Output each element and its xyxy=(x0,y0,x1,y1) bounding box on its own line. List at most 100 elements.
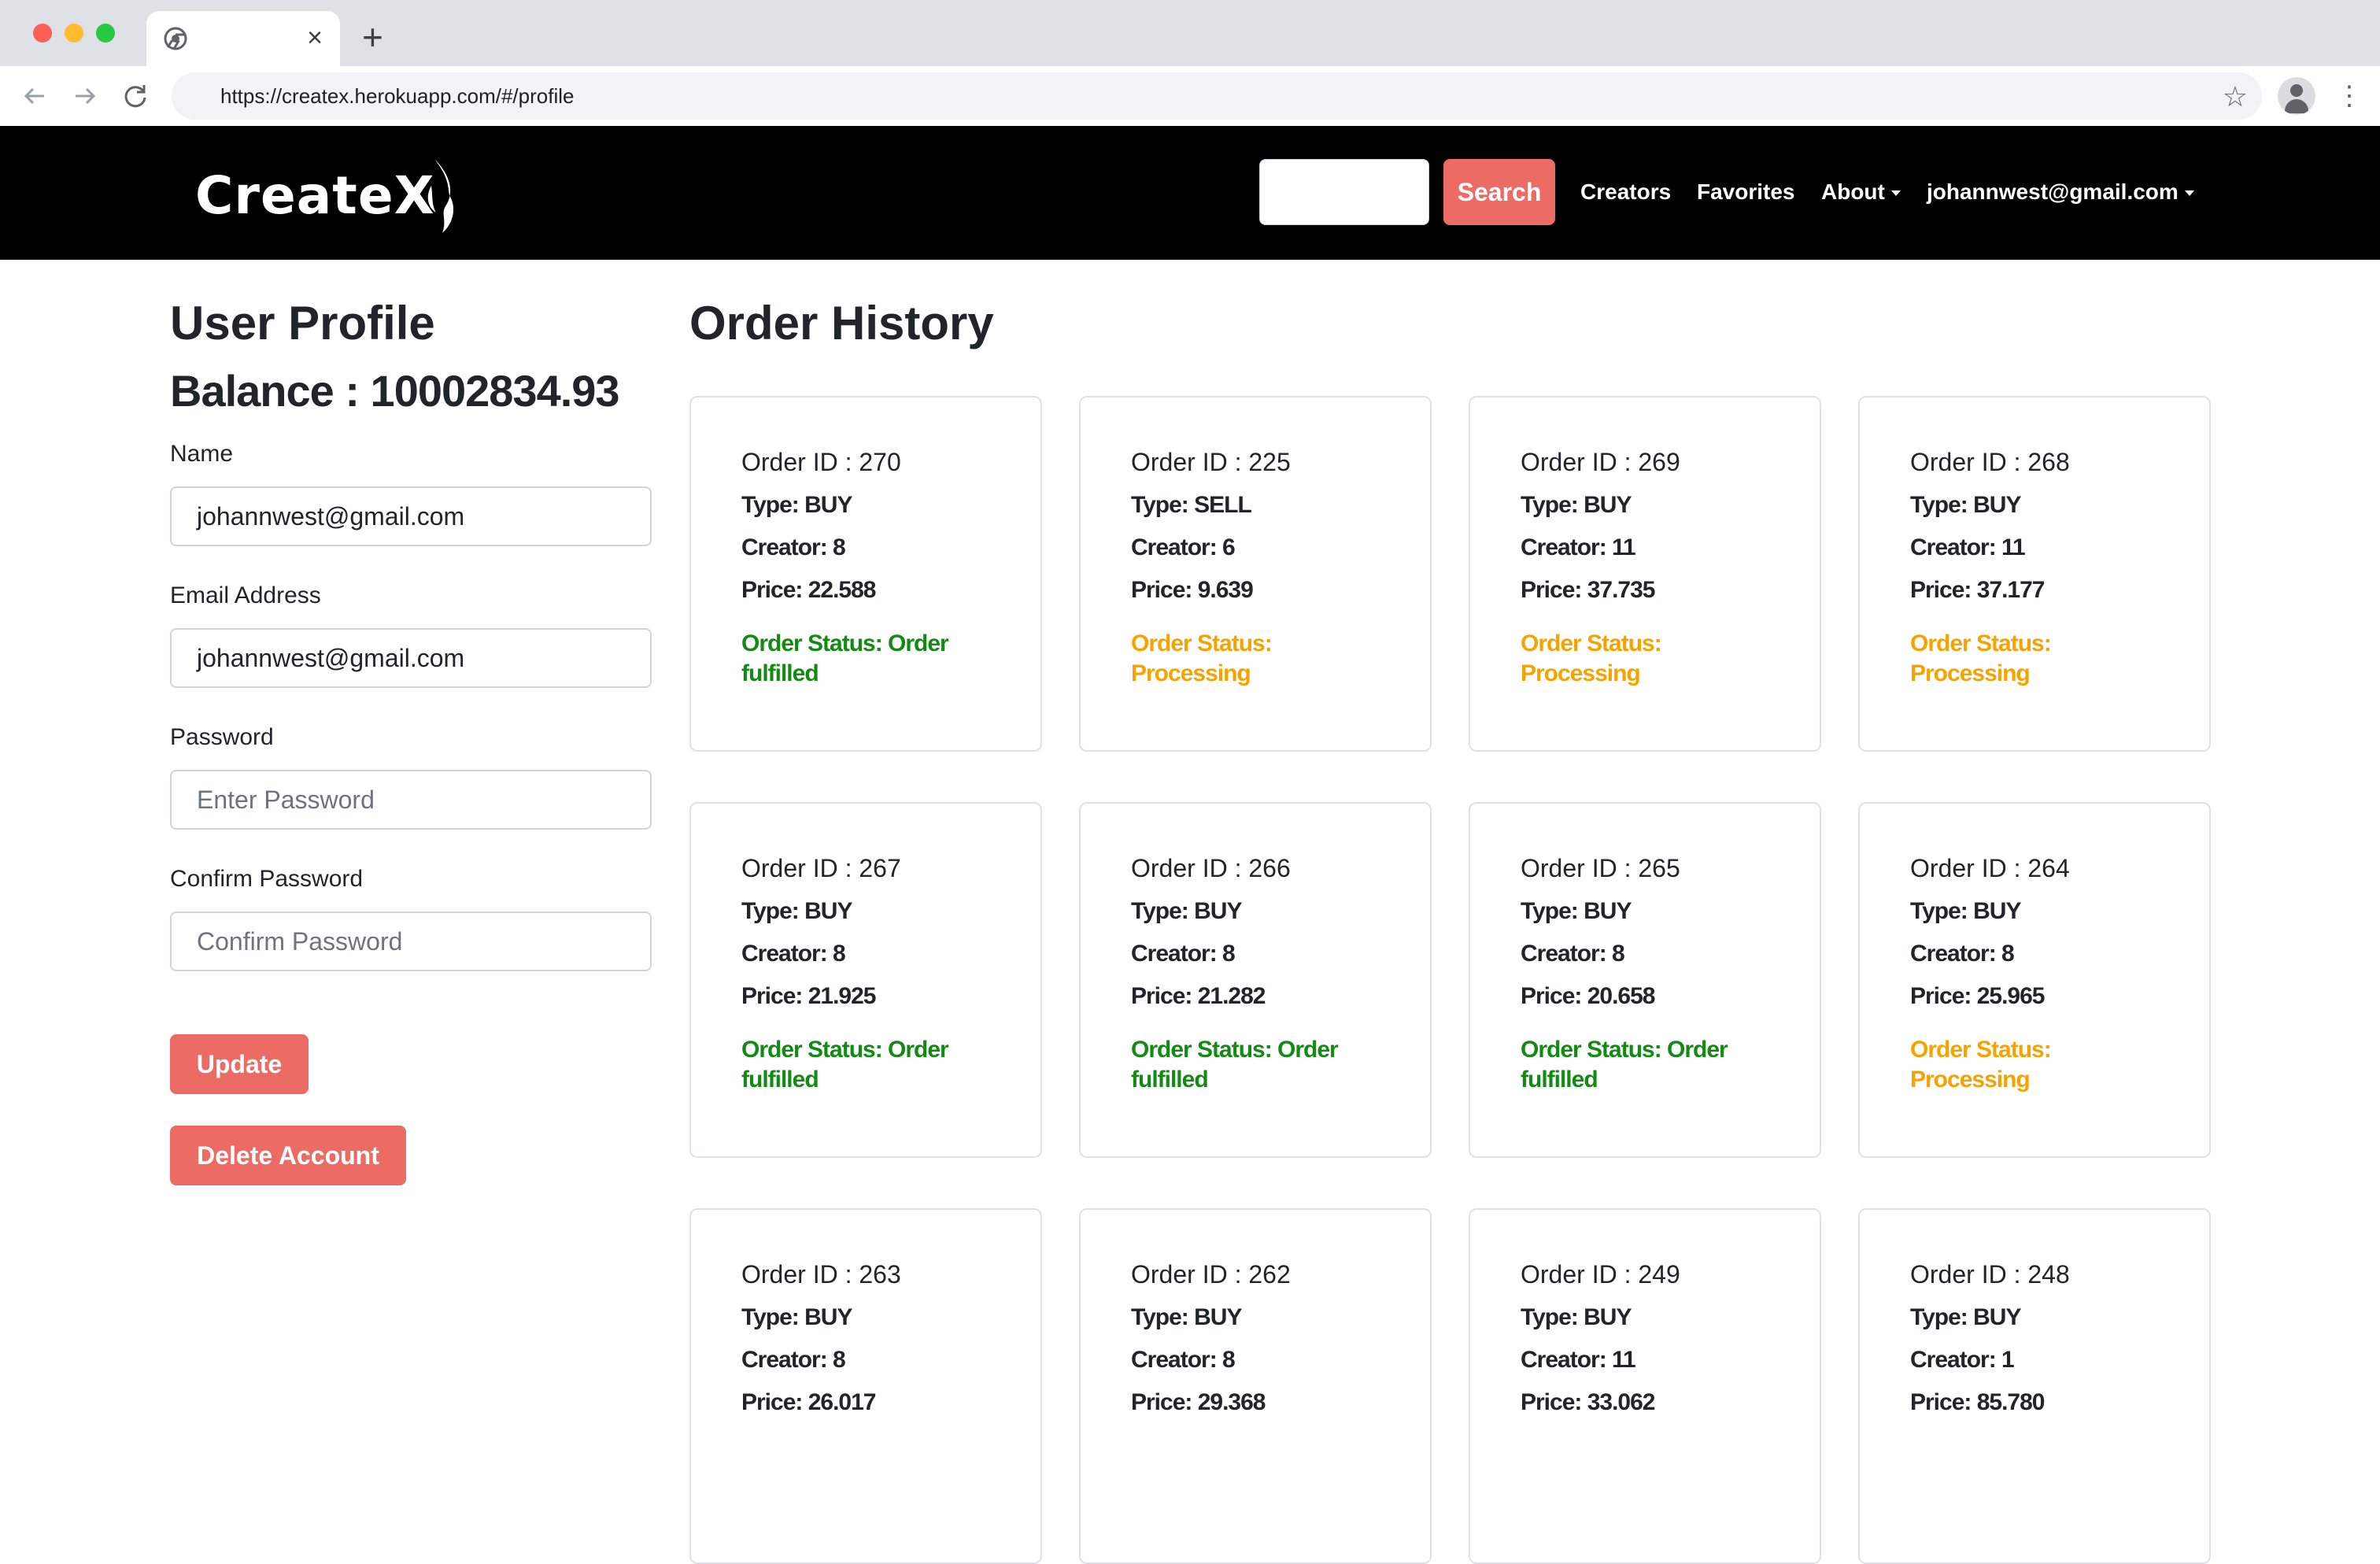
order-type: Type: BUY xyxy=(1521,898,1632,924)
order-card: Order ID : 249 Type: BUY Creator: 11 Price:… xyxy=(1469,1208,1821,1564)
email-label: Email Address xyxy=(170,582,321,608)
url-text: https://createx.herokuapp.com/#/profile xyxy=(220,84,575,108)
order-type: Type: BUY xyxy=(1910,1304,2021,1330)
order-status: Order Status: Order fulfilled xyxy=(741,630,949,686)
new-tab-icon[interactable]: + xyxy=(362,17,383,57)
order-price: Price: 37.177 xyxy=(1910,577,2045,603)
profile-title: User Profile xyxy=(170,297,435,349)
reload-icon[interactable] xyxy=(120,80,151,112)
browser-toolbar: https://createx.herokuapp.com/#/profile … xyxy=(0,66,2380,127)
order-status: Order Status: Order fulfilled xyxy=(1131,1037,1339,1093)
order-id: Order ID : 262 xyxy=(1131,1260,1291,1289)
profile-icon[interactable] xyxy=(2278,77,2315,115)
order-id: Order ID : 267 xyxy=(741,854,901,882)
order-type: Type: BUY xyxy=(1521,492,1632,518)
order-price: Price: 33.062 xyxy=(1521,1389,1655,1415)
forward-arrow-icon[interactable] xyxy=(69,80,101,112)
order-card: Order ID : 225 Type: SELL Creator: 6 Price:… xyxy=(1079,396,1432,752)
order-creator: Creator: 8 xyxy=(1131,1347,1236,1373)
order-id: Order ID : 266 xyxy=(1131,854,1291,882)
name-field[interactable]: johannwest@gmail.com xyxy=(170,486,652,546)
order-price: Price: 21.925 xyxy=(741,983,876,1009)
order-creator: Creator: 8 xyxy=(1131,941,1236,967)
order-card: Order ID : 268 Type: BUY Creator: 11 Price:… xyxy=(1858,396,2211,752)
order-history-title: Order History xyxy=(689,297,994,349)
app-navbar: CreateX Search Creators Favorites About … xyxy=(0,126,2380,260)
order-card: Order ID : 270 Type: BUY Creator: 8 Price: … xyxy=(689,396,1042,752)
order-price: Price: 26.017 xyxy=(741,1389,876,1415)
order-price: Price: 85.780 xyxy=(1910,1389,2045,1415)
order-creator: Creator: 11 xyxy=(1521,534,1636,560)
order-creator: Creator: 1 xyxy=(1910,1347,2015,1373)
order-creator: Creator: 8 xyxy=(741,1347,846,1373)
order-type: Type: BUY xyxy=(1910,492,2021,518)
order-creator: Creator: 8 xyxy=(741,534,846,560)
logo-text: CreateX xyxy=(195,165,435,226)
order-type: Type: BUY xyxy=(741,492,852,518)
order-status: Order Status: Order fulfilled xyxy=(1521,1037,1728,1093)
order-price: Price: 22.588 xyxy=(741,577,876,603)
order-price: Price: 25.965 xyxy=(1910,983,2045,1009)
nav-account[interactable]: johannwest@gmail.com xyxy=(1927,170,2194,214)
order-id: Order ID : 248 xyxy=(1910,1260,2070,1289)
confirm-password-label: Confirm Password xyxy=(170,866,364,892)
tab-close-icon[interactable]: × xyxy=(307,22,323,54)
order-price: Price: 21.282 xyxy=(1131,983,1266,1009)
search-input[interactable] xyxy=(1259,159,1429,225)
update-button[interactable]: Update xyxy=(170,1034,309,1094)
address-bar[interactable]: https://createx.herokuapp.com/#/profile … xyxy=(172,72,2262,120)
order-creator: Creator: 8 xyxy=(1910,941,2015,967)
nav-about-label: About xyxy=(1821,179,1885,204)
back-arrow-icon[interactable] xyxy=(19,80,50,112)
order-id: Order ID : 225 xyxy=(1131,448,1291,476)
order-id: Order ID : 265 xyxy=(1521,854,1680,882)
delete-account-button[interactable]: Delete Account xyxy=(170,1126,406,1185)
createx-logo[interactable]: CreateX xyxy=(195,153,454,239)
order-creator: Creator: 11 xyxy=(1910,534,2026,560)
order-type: Type: BUY xyxy=(1910,898,2021,924)
nav-creators[interactable]: Creators xyxy=(1580,170,1671,214)
browser-tab-bar: × + xyxy=(0,0,2380,66)
order-price: Price: 37.735 xyxy=(1521,577,1655,603)
order-type: Type: BUY xyxy=(741,898,852,924)
nav-account-label: johannwest@gmail.com xyxy=(1927,179,2179,204)
order-id: Order ID : 263 xyxy=(741,1260,901,1289)
order-card: Order ID : 264 Type: BUY Creator: 8 Price: … xyxy=(1858,802,2211,1158)
confirm-password-field[interactable]: Confirm Password xyxy=(170,911,652,971)
order-card: Order ID : 248 Type: BUY Creator: 1 Price: … xyxy=(1858,1208,2211,1564)
order-creator: Creator: 8 xyxy=(741,941,846,967)
minimize-window-button[interactable] xyxy=(65,24,83,43)
search-button[interactable]: Search xyxy=(1443,159,1555,225)
chevron-down-icon xyxy=(2184,190,2194,197)
order-status: Order Status: Processing xyxy=(1521,630,1662,686)
order-status: Order Status: Processing xyxy=(1910,1037,2052,1093)
order-id: Order ID : 249 xyxy=(1521,1260,1680,1289)
nav-about[interactable]: About xyxy=(1821,170,1901,214)
order-creator: Creator: 8 xyxy=(1521,941,1625,967)
password-field[interactable]: Enter Password xyxy=(170,770,652,830)
star-icon[interactable]: ☆ xyxy=(2223,80,2248,113)
order-price: Price: 29.368 xyxy=(1131,1389,1266,1415)
order-status: Order Status: Processing xyxy=(1131,630,1273,686)
order-id: Order ID : 268 xyxy=(1910,448,2070,476)
order-price: Price: 9.639 xyxy=(1131,577,1254,603)
browser-tab[interactable]: × xyxy=(146,11,340,66)
nav-favorites[interactable]: Favorites xyxy=(1697,170,1795,214)
email-field[interactable]: johannwest@gmail.com xyxy=(170,628,652,688)
kebab-menu-icon[interactable]: ⋮ xyxy=(2336,77,2363,115)
order-type: Type: BUY xyxy=(1521,1304,1632,1330)
order-creator: Creator: 11 xyxy=(1521,1347,1636,1373)
order-card: Order ID : 263 Type: BUY Creator: 8 Price: … xyxy=(689,1208,1042,1564)
flame-icon xyxy=(427,159,454,233)
order-type: Type: BUY xyxy=(741,1304,852,1330)
name-label: Name xyxy=(170,441,234,467)
order-type: Type: SELL xyxy=(1131,492,1252,518)
order-type: Type: BUY xyxy=(1131,1304,1242,1330)
chrome-icon xyxy=(164,27,187,50)
maximize-window-button[interactable] xyxy=(96,24,115,43)
order-creator: Creator: 6 xyxy=(1131,534,1236,560)
order-card: Order ID : 267 Type: BUY Creator: 8 Price: … xyxy=(689,802,1042,1158)
close-window-button[interactable] xyxy=(33,24,52,43)
order-card: Order ID : 269 Type: BUY Creator: 11 Price:… xyxy=(1469,396,1821,752)
order-id: Order ID : 264 xyxy=(1910,854,2070,882)
